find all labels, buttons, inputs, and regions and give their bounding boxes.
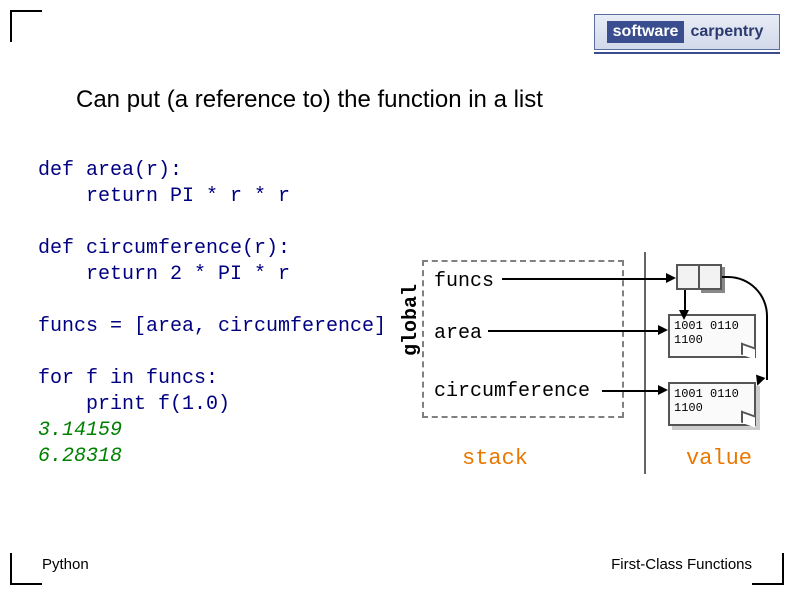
arrow-circ-to-code — [602, 390, 658, 392]
memory-diagram: funcs area circumference global stack va… — [422, 260, 782, 510]
slide-title: Can put (a reference to) the function in… — [76, 86, 543, 114]
code-output: 3.14159 — [38, 419, 122, 442]
arrow-area-to-code — [488, 330, 658, 332]
arrow-head-icon — [658, 325, 668, 335]
corner-br — [752, 553, 784, 585]
code-line: funcs = [area, circumference] — [38, 315, 386, 338]
code-object-circumference: 1001 0110 1100 — [668, 382, 756, 426]
code-line: def area(r): — [38, 159, 182, 182]
var-area: area — [434, 322, 482, 345]
slide: software carpentry Can put (a reference … — [0, 0, 794, 595]
list-cell — [698, 264, 722, 290]
page-fold-icon — [741, 410, 755, 427]
stack-heading: stack — [462, 446, 528, 471]
arrow-head-icon — [666, 273, 676, 283]
machine-code-text: 1001 0110 1100 — [674, 387, 739, 415]
value-heading: value — [686, 446, 752, 471]
arrow-head-icon — [658, 385, 668, 395]
arrow-cell1-to-circ — [722, 276, 768, 380]
logo: software carpentry — [594, 14, 780, 50]
logo-software: software — [607, 21, 685, 43]
code-line: return 2 * PI * r — [38, 263, 290, 286]
footer-left: Python — [42, 556, 89, 573]
footer-right: First-Class Functions — [611, 556, 752, 573]
list-object — [676, 264, 720, 290]
logo-underline — [594, 52, 780, 54]
list-cell — [676, 264, 700, 290]
arrow-funcs-to-list — [502, 278, 666, 280]
code-line: for f in funcs: — [38, 367, 218, 390]
global-label: global — [400, 284, 423, 356]
arrow-cell0-to-area — [684, 290, 686, 312]
code-block: def area(r): return PI * r * r def circu… — [38, 132, 386, 496]
var-funcs: funcs — [434, 270, 494, 293]
global-frame: funcs area circumference — [422, 260, 624, 418]
code-line: return PI * r * r — [38, 185, 290, 208]
corner-tl — [10, 10, 42, 42]
divider-stack-value — [644, 252, 646, 474]
code-line: def circumference(r): — [38, 237, 290, 260]
code-output: 6.28318 — [38, 445, 122, 468]
code-line: print f(1.0) — [38, 393, 230, 416]
corner-bl — [10, 553, 42, 585]
logo-carpentry: carpentry — [686, 21, 767, 43]
arrow-head-icon — [679, 310, 689, 320]
var-circumference: circumference — [434, 380, 590, 403]
